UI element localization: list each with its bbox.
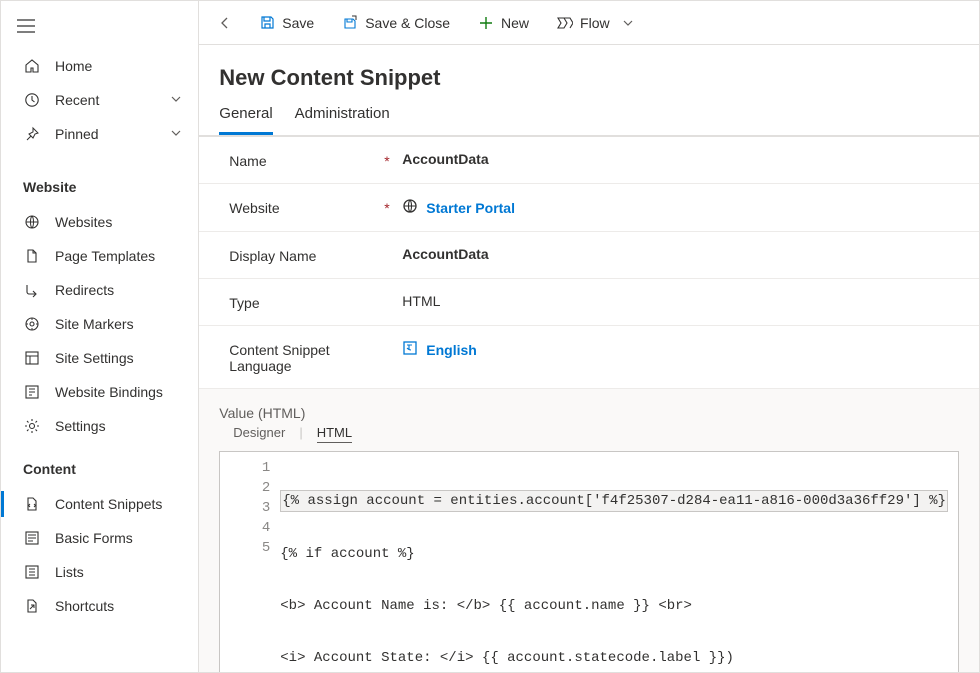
nav-home[interactable]: Home: [1, 49, 198, 83]
flow-button[interactable]: Flow: [547, 9, 643, 37]
save-icon: [259, 15, 275, 31]
snippet-icon: [23, 496, 41, 512]
chevron-down-icon: [170, 92, 182, 108]
cmd-label: Save: [282, 15, 314, 31]
nav-label: Lists: [55, 564, 84, 580]
nav-recent[interactable]: Recent: [1, 83, 198, 117]
lookup-value: English: [426, 342, 477, 358]
back-button[interactable]: [209, 7, 241, 39]
field-name[interactable]: AccountData: [402, 151, 959, 167]
chevron-down-icon: [170, 126, 182, 142]
hamburger-menu[interactable]: [1, 9, 198, 43]
nav-site-markers[interactable]: Site Markers: [1, 307, 198, 341]
field-language[interactable]: English: [402, 340, 959, 359]
globe-icon: [402, 198, 418, 217]
nav-label: Site Markers: [55, 316, 134, 332]
globe-icon: [23, 214, 41, 230]
nav-label: Recent: [55, 92, 99, 108]
code-area[interactable]: {% assign account = entities.account['f4…: [280, 452, 958, 672]
label-display-name: Display Name: [229, 246, 384, 264]
nav-shortcuts[interactable]: Shortcuts: [1, 589, 198, 623]
nav-label: Basic Forms: [55, 530, 133, 546]
marker-icon: [23, 316, 41, 332]
bindings-icon: [23, 384, 41, 400]
list-icon: [23, 564, 41, 580]
nav-websites[interactable]: Websites: [1, 205, 198, 239]
nav-label: Page Templates: [55, 248, 155, 264]
sidebar: Home Recent Pinned Website Websites Page…: [1, 1, 199, 672]
language-icon: [402, 340, 418, 359]
tab-general[interactable]: General: [219, 105, 272, 135]
nav-label: Home: [55, 58, 92, 74]
nav-page-templates[interactable]: Page Templates: [1, 239, 198, 273]
shortcut-icon: [23, 598, 41, 614]
nav-basic-forms[interactable]: Basic Forms: [1, 521, 198, 555]
nav-label: Website Bindings: [55, 384, 163, 400]
recent-icon: [23, 92, 41, 108]
flow-icon: [557, 15, 573, 31]
value-section-header: Value (HTML): [199, 389, 979, 425]
nav-settings[interactable]: Settings: [1, 409, 198, 443]
nav-lists[interactable]: Lists: [1, 555, 198, 589]
editor-tabs: Designer | HTML: [199, 425, 979, 451]
hamburger-icon: [17, 19, 35, 33]
label-name: Name: [229, 151, 384, 169]
back-arrow-icon: [217, 15, 233, 31]
field-display-name[interactable]: AccountData: [402, 246, 959, 262]
redirect-icon: [23, 282, 41, 298]
nav-section-content: Content: [1, 443, 198, 487]
gear-icon: [23, 418, 41, 434]
save-close-icon: [342, 15, 358, 31]
tab-administration[interactable]: Administration: [295, 105, 390, 135]
field-type[interactable]: HTML: [402, 293, 959, 309]
cmd-label: New: [501, 15, 529, 31]
cmd-label: Flow: [580, 15, 610, 31]
lookup-value: Starter Portal: [426, 200, 515, 216]
nav-label: Shortcuts: [55, 598, 114, 614]
nav-redirects[interactable]: Redirects: [1, 273, 198, 307]
html-editor[interactable]: 12345 {% assign account = entities.accou…: [219, 451, 959, 672]
editor-tab-html[interactable]: HTML: [317, 425, 352, 443]
pin-icon: [23, 126, 41, 142]
field-website[interactable]: Starter Portal: [402, 198, 959, 217]
required-marker: *: [384, 198, 402, 216]
nav-label: Pinned: [55, 126, 99, 142]
main-content: Save Save & Close New Flow New Content S…: [199, 1, 979, 672]
nav-section-website: Website: [1, 161, 198, 205]
editor-tab-designer[interactable]: Designer: [233, 425, 285, 443]
nav-label: Site Settings: [55, 350, 134, 366]
page-title: New Content Snippet: [199, 45, 979, 91]
nav-content-snippets[interactable]: Content Snippets: [1, 487, 198, 521]
plus-icon: [478, 15, 494, 31]
chevron-down-icon: [623, 15, 633, 31]
nav-website-bindings[interactable]: Website Bindings: [1, 375, 198, 409]
label-type: Type: [229, 293, 384, 311]
new-button[interactable]: New: [468, 9, 539, 37]
label-language: Content Snippet Language: [229, 340, 384, 374]
settings-grid-icon: [23, 350, 41, 366]
tab-strip: General Administration: [199, 91, 979, 136]
nav-label: Settings: [55, 418, 106, 434]
save-close-button[interactable]: Save & Close: [332, 9, 460, 37]
page-icon: [23, 248, 41, 264]
nav-label: Redirects: [55, 282, 114, 298]
required-marker: *: [384, 151, 402, 169]
nav-label: Content Snippets: [55, 496, 162, 512]
nav-pinned[interactable]: Pinned: [1, 117, 198, 151]
line-gutter: 12345: [220, 452, 280, 672]
form-icon: [23, 530, 41, 546]
save-button[interactable]: Save: [249, 9, 324, 37]
label-website: Website: [229, 198, 384, 216]
nav-site-settings[interactable]: Site Settings: [1, 341, 198, 375]
home-icon: [23, 58, 41, 74]
nav-label: Websites: [55, 214, 112, 230]
cmd-label: Save & Close: [365, 15, 450, 31]
command-bar: Save Save & Close New Flow: [199, 1, 979, 45]
